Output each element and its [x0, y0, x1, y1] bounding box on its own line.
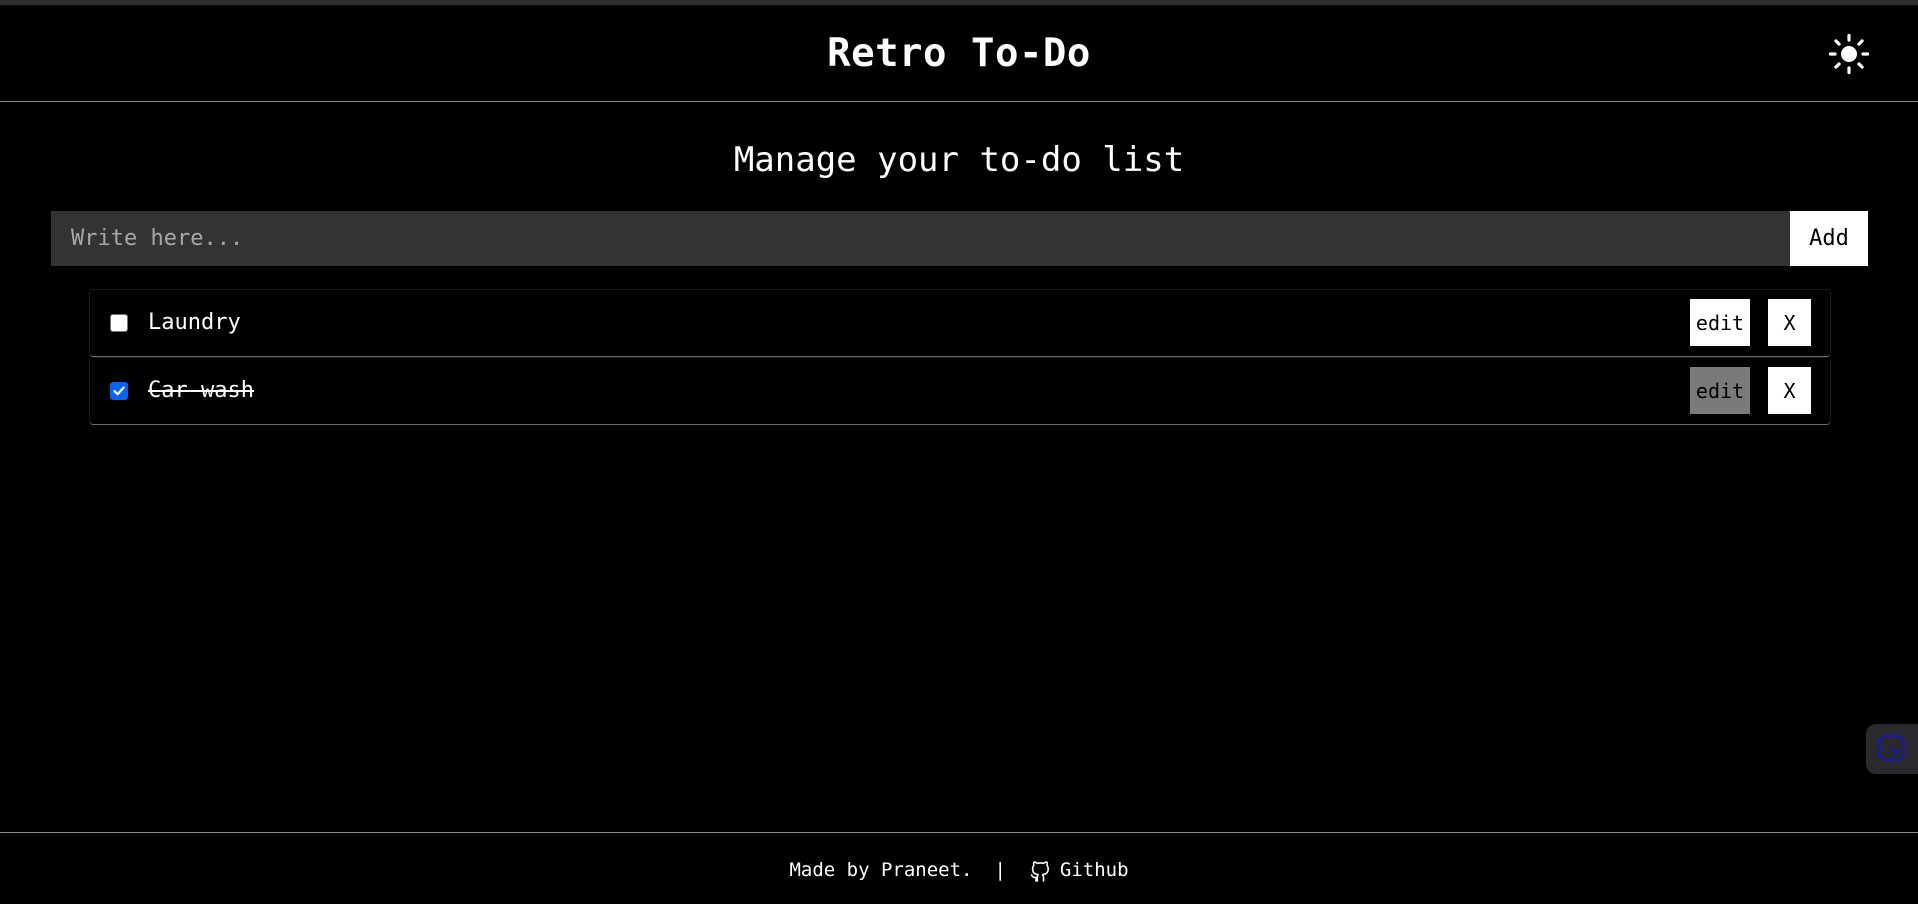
github-link[interactable]: Github [1028, 857, 1129, 883]
github-label: Github [1059, 859, 1129, 881]
edit-button[interactable]: edit [1690, 367, 1750, 414]
footer-credit: Made by Praneet. [789, 859, 973, 881]
todo-checkbox[interactable] [110, 314, 128, 332]
checkmark-icon [113, 386, 125, 396]
todo-item: Car wash edit X [90, 358, 1830, 424]
delete-button[interactable]: X [1768, 299, 1811, 346]
todo-list: Laundry edit X Car wash edit X [90, 290, 1830, 426]
github-icon [1030, 861, 1049, 882]
page-subtitle: Manage your to-do list [733, 140, 1185, 180]
edit-button[interactable]: edit [1690, 299, 1750, 346]
floating-helper-button[interactable] [1866, 724, 1918, 774]
theme-toggle-button[interactable] [1826, 31, 1872, 77]
todo-checkbox[interactable] [110, 382, 128, 400]
sun-icon [1828, 33, 1870, 75]
todo-text: Car wash [148, 378, 254, 403]
delete-button[interactable]: X [1768, 367, 1811, 414]
add-todo-form: Add [51, 211, 1868, 266]
app-title: Retro To-Do [827, 31, 1091, 76]
todo-input[interactable] [51, 211, 1790, 266]
add-button[interactable]: Add [1790, 211, 1868, 266]
cursor-click-icon [1877, 734, 1905, 762]
todo-text: Laundry [148, 310, 241, 335]
todo-item: Laundry edit X [90, 290, 1830, 356]
app-header: Retro To-Do [0, 5, 1918, 102]
app-footer: Made by Praneet. | Github [0, 832, 1918, 904]
footer-separator: | [994, 859, 1006, 881]
